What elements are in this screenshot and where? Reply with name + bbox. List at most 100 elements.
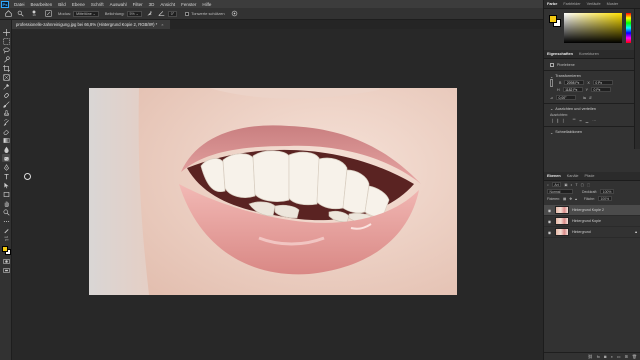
- menu-bearbeiten[interactable]: Bearbeiten: [28, 2, 56, 7]
- tab-farbe[interactable]: Farbe: [547, 2, 557, 6]
- tab-korrekturen[interactable]: Korrekturen: [579, 52, 599, 56]
- fx-icon[interactable]: fx: [597, 354, 600, 359]
- new-layer-icon[interactable]: ⊞: [625, 354, 628, 359]
- tab-muster[interactable]: Muster: [607, 2, 619, 6]
- exposure-input[interactable]: 5% ⌄: [126, 10, 142, 17]
- filter-shape-icon[interactable]: ▢: [581, 183, 584, 187]
- flip-vertical-icon[interactable]: ⇵: [589, 96, 592, 100]
- quick-selection-tool-icon[interactable]: [2, 55, 10, 63]
- path-selection-tool-icon[interactable]: [2, 181, 10, 189]
- quick-actions-header[interactable]: ⌄ Schnellaktionen: [544, 129, 640, 136]
- angle-input[interactable]: 0°: [167, 10, 178, 17]
- mode-select[interactable]: Mitteltöne ⌄: [73, 10, 99, 17]
- more-options-icon[interactable]: ···: [592, 119, 596, 123]
- filter-pixel-icon[interactable]: ▣: [564, 183, 567, 187]
- align-section-header[interactable]: ⌄ Ausrichten und verteilen: [544, 105, 640, 112]
- visibility-eye-icon[interactable]: ◉: [546, 230, 553, 235]
- brush-settings-icon[interactable]: [44, 10, 52, 18]
- zoom-tool-icon[interactable]: [2, 208, 10, 216]
- link-icon[interactable]: ⛓: [588, 354, 593, 359]
- menu-ansicht[interactable]: Ansicht: [157, 2, 178, 7]
- pressure-size-icon[interactable]: [231, 10, 239, 18]
- menu-bild[interactable]: Bild: [55, 2, 69, 7]
- filter-type-icon[interactable]: T: [576, 183, 578, 187]
- pen-tool-icon[interactable]: [2, 163, 10, 171]
- menu-ebene[interactable]: Ebene: [69, 2, 88, 7]
- type-tool-icon[interactable]: [2, 172, 10, 180]
- align-center-h-icon[interactable]: ┃: [557, 119, 559, 123]
- home-icon[interactable]: [4, 10, 12, 18]
- align-right-icon[interactable]: ▏: [563, 119, 566, 123]
- lock-pixels-icon[interactable]: ▦: [563, 197, 566, 201]
- lock-all-icon[interactable]: 🔒︎: [575, 197, 577, 201]
- layer-row-hintergrund-kopie-2[interactable]: ◉ Hintergrund Kopie 2: [544, 205, 640, 216]
- layer-filter-select[interactable]: Art: [551, 182, 562, 187]
- protect-tones-checkbox[interactable]: [185, 11, 190, 16]
- height-input[interactable]: 1182 Px: [562, 87, 583, 92]
- gradient-tool-icon[interactable]: [2, 136, 10, 144]
- x-input[interactable]: 0 Px: [592, 80, 613, 85]
- filter-adjust-icon[interactable]: ◐: [570, 183, 572, 187]
- screen-mode-icon[interactable]: [2, 266, 10, 274]
- foreground-color-swatch[interactable]: [2, 246, 8, 252]
- menu-datei[interactable]: Datei: [11, 2, 28, 7]
- document-tab[interactable]: professionelle-zahnreinigung.jpg bei 66,…: [12, 20, 170, 29]
- layer-row-hintergrund[interactable]: ◉ Hintergrund 🔒︎: [544, 227, 640, 238]
- angle-input-panel[interactable]: 0,00°: [556, 95, 577, 100]
- tab-eigenschaften[interactable]: Eigenschaften: [547, 52, 573, 56]
- folder-icon[interactable]: ▭: [617, 354, 621, 359]
- marquee-tool-icon[interactable]: [2, 37, 10, 45]
- color-picker-field[interactable]: [564, 13, 622, 43]
- width-input[interactable]: 2098 Px: [564, 80, 585, 85]
- history-brush-tool-icon[interactable]: [2, 118, 10, 126]
- align-top-icon[interactable]: ▔: [573, 119, 576, 123]
- align-bottom-icon[interactable]: ▁: [586, 119, 589, 123]
- color-foreground-chip[interactable]: [549, 15, 557, 23]
- menu-3d[interactable]: 3D: [146, 2, 158, 7]
- brush-tool-icon[interactable]: [2, 100, 10, 108]
- flip-horizontal-icon[interactable]: ⇋: [583, 96, 586, 100]
- tab-verlaeufe[interactable]: Verläufe: [587, 2, 601, 6]
- menu-fenster[interactable]: Fenster: [178, 2, 199, 7]
- quick-mask-icon[interactable]: [2, 257, 10, 265]
- move-tool-icon[interactable]: [2, 28, 10, 36]
- blend-mode-select[interactable]: Normal: [547, 189, 573, 194]
- menu-schrift[interactable]: Schrift: [88, 2, 107, 7]
- visibility-eye-icon[interactable]: ◉: [546, 219, 553, 224]
- tab-kanaele[interactable]: Kanäle: [567, 174, 579, 178]
- eyedropper-tool-icon[interactable]: [2, 82, 10, 90]
- align-middle-v-icon[interactable]: ━: [579, 119, 581, 123]
- mask-icon[interactable]: ◙: [604, 354, 606, 359]
- spot-healing-tool-icon[interactable]: [2, 91, 10, 99]
- airbrush-icon[interactable]: [146, 10, 154, 18]
- trash-icon[interactable]: 🗑︎: [632, 354, 637, 359]
- frame-tool-icon[interactable]: [2, 73, 10, 81]
- layer-row-hintergrund-kopie[interactable]: ◉ Hintergrund Kopie: [544, 216, 640, 227]
- document-image[interactable]: [89, 88, 457, 295]
- canvas-area[interactable]: [12, 29, 543, 360]
- y-input[interactable]: 0 Px: [591, 87, 612, 92]
- hue-slider[interactable]: [626, 13, 631, 43]
- sponge-tool-icon[interactable]: [2, 154, 10, 162]
- tab-ebenen[interactable]: Ebenen: [547, 174, 561, 178]
- menu-hilfe[interactable]: Hilfe: [199, 2, 214, 7]
- more-tools-icon[interactable]: [2, 217, 10, 225]
- tab-farbfelder[interactable]: Farbfelder: [563, 2, 580, 6]
- hand-tool-icon[interactable]: [2, 199, 10, 207]
- menu-auswahl[interactable]: Auswahl: [107, 2, 130, 7]
- adjustment-icon[interactable]: ◑: [610, 354, 612, 359]
- fill-input[interactable]: 100%: [598, 196, 612, 201]
- transform-section-header[interactable]: ⌄ Transformieren: [544, 73, 640, 80]
- sponge-tool-preset-icon[interactable]: [16, 10, 24, 18]
- close-document-icon[interactable]: ×: [161, 22, 163, 27]
- crop-tool-icon[interactable]: [2, 64, 10, 72]
- swap-colors-icon[interactable]: [2, 234, 10, 242]
- opacity-input[interactable]: 100%: [600, 189, 614, 194]
- lasso-tool-icon[interactable]: [2, 46, 10, 54]
- brush-size-picker[interactable]: 19: [28, 10, 40, 18]
- tab-pfade[interactable]: Pfade: [585, 174, 595, 178]
- menu-filter[interactable]: Filter: [130, 2, 146, 7]
- eraser-tool-icon[interactable]: [2, 127, 10, 135]
- visibility-eye-icon[interactable]: ◉: [546, 208, 553, 213]
- link-dimensions-icon[interactable]: [550, 78, 553, 87]
